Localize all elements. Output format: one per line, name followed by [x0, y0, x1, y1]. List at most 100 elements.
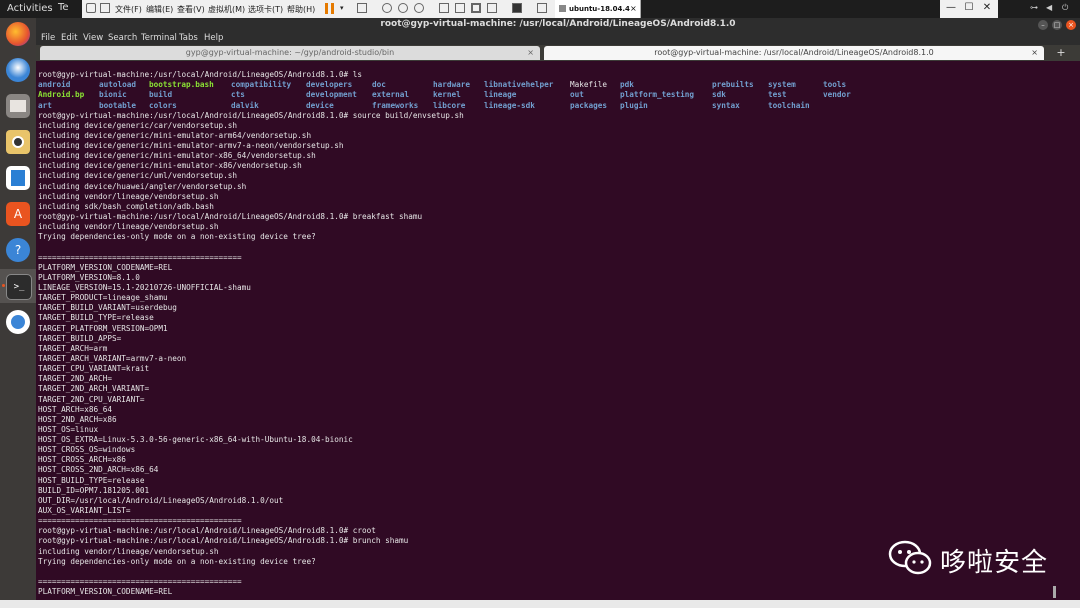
- terminal-line: Trying dependencies-only mode on a non-e…: [38, 556, 316, 566]
- terminal-close-button[interactable]: ×: [1066, 20, 1076, 30]
- vm-tab-ubuntu[interactable]: ubuntu-18.04.4 ×: [555, 0, 641, 18]
- tab-close-button[interactable]: ×: [1031, 46, 1038, 60]
- files-icon[interactable]: [6, 94, 30, 118]
- activities-button[interactable]: Activities: [7, 3, 53, 14]
- terminal-line: including device/generic/uml/vendorsetup…: [38, 171, 238, 181]
- revert-snapshot-icon[interactable]: [398, 3, 408, 13]
- terminal-line: including device/generic/mini-emulator-x…: [38, 161, 302, 171]
- power-icon[interactable]: ⏻: [1062, 3, 1068, 13]
- ls-entry: android: [38, 80, 71, 90]
- snapshot-manager-icon[interactable]: [414, 3, 424, 13]
- menu-terminal[interactable]: Terminal: [141, 33, 177, 43]
- vm-tab-close-button[interactable]: ×: [630, 4, 637, 13]
- menu-view[interactable]: View: [83, 33, 103, 43]
- terminal-line: TARGET_ARCH=arm: [38, 343, 108, 353]
- new-tab-button[interactable]: +: [1049, 46, 1073, 60]
- terminal-line: ========================================…: [38, 516, 242, 526]
- terminal-taskbar-label[interactable]: Te: [58, 2, 80, 16]
- menu-tabs[interactable]: Tabs: [179, 33, 198, 43]
- terminal-line: root@gyp-virtual-machine:/usr/local/Andr…: [38, 211, 423, 221]
- terminal-line: ========================================…: [38, 577, 242, 587]
- ls-entry: pdk: [620, 80, 634, 90]
- ubuntu-dock: A ? >_: [0, 18, 36, 600]
- terminal-minimize-button[interactable]: –: [1038, 20, 1048, 30]
- terminal-maximize-button[interactable]: □: [1052, 20, 1062, 30]
- tab-root-lineageos[interactable]: root@gyp-virtual-machine: /usr/local/And…: [544, 46, 1044, 60]
- terminal-tabbar: gyp@gyp-virtual-machine: ~/gyp/android-s…: [36, 45, 1080, 61]
- vm-menu-tabs[interactable]: 选项卡(T): [248, 4, 283, 15]
- stretch-icon[interactable]: [537, 3, 547, 13]
- terminal-line: TARGET_BUILD_APPS=: [38, 333, 122, 343]
- menu-search[interactable]: Search: [108, 33, 137, 43]
- terminal-line: HOST_BUILD_TYPE=release: [38, 475, 145, 485]
- terminal-line: HOST_ARCH=x86_64: [38, 404, 113, 414]
- vm-menu-help[interactable]: 帮助(H): [287, 4, 315, 15]
- ls-entry: tools: [823, 80, 847, 90]
- help-icon[interactable]: ?: [6, 238, 30, 262]
- terminal-line: including device/generic/mini-emulator-a…: [38, 140, 344, 150]
- maximize-button[interactable]: ☐: [962, 2, 976, 13]
- terminal-scrollbar[interactable]: [1050, 61, 1080, 600]
- show-thumbnails-icon[interactable]: [455, 3, 465, 13]
- software-icon[interactable]: A: [6, 202, 30, 226]
- pin-icon[interactable]: [86, 3, 96, 13]
- show-library-icon[interactable]: [439, 3, 449, 13]
- ls-entry: cts: [231, 90, 245, 100]
- tab-close-button[interactable]: ×: [527, 46, 534, 60]
- writer-icon[interactable]: [6, 166, 30, 190]
- ls-entry: libcore: [433, 100, 466, 110]
- thunderbird-icon[interactable]: [6, 58, 30, 82]
- fullscreen-icon[interactable]: [471, 3, 481, 13]
- minimize-button[interactable]: —: [944, 2, 958, 13]
- terminal-output[interactable]: root@gyp-virtual-machine:/usr/local/Andr…: [36, 61, 1050, 600]
- wechat-icon: [888, 540, 932, 575]
- console-view-icon[interactable]: [512, 3, 522, 13]
- vm-menu-edit[interactable]: 编辑(E): [146, 4, 173, 15]
- menu-file[interactable]: File: [41, 33, 55, 43]
- terminal-line: TARGET_BUILD_TYPE=release: [38, 313, 154, 323]
- terminal-line: root@gyp-virtual-machine:/usr/local/Andr…: [38, 536, 409, 546]
- menu-edit[interactable]: Edit: [61, 33, 77, 43]
- vm-menu-view[interactable]: 查看(V): [177, 4, 205, 15]
- terminal-title: root@gyp-virtual-machine: /usr/local/And…: [380, 19, 736, 29]
- ls-entry: dalvik: [231, 100, 259, 110]
- android-studio-icon[interactable]: [6, 310, 30, 334]
- tab-gyp-android-studio[interactable]: gyp@gyp-virtual-machine: ~/gyp/android-s…: [40, 46, 540, 60]
- ls-entry: Android.bp: [38, 90, 85, 100]
- send-keys-icon[interactable]: [357, 3, 367, 13]
- menu-help[interactable]: Help: [204, 33, 223, 43]
- vm-icon[interactable]: [100, 3, 110, 13]
- ls-entry: Makefile: [570, 80, 608, 90]
- vm-menu-vm[interactable]: 虚拟机(M): [208, 4, 245, 15]
- ls-entry: doc: [372, 80, 386, 90]
- terminal-icon[interactable]: >_: [6, 274, 32, 300]
- terminal-line: PLATFORM_VERSION_CODENAME=REL: [38, 262, 173, 272]
- vm-menu-file[interactable]: 文件(F): [115, 4, 142, 15]
- firefox-icon[interactable]: [6, 22, 30, 46]
- volume-icon[interactable]: ◀: [1046, 3, 1052, 12]
- terminal-line: ========================================…: [38, 252, 242, 262]
- terminal-menubar: File Edit View Search Terminal Tabs Help: [36, 32, 1080, 45]
- dropdown-icon[interactable]: ▾: [340, 4, 350, 14]
- close-button[interactable]: ✕: [980, 2, 994, 13]
- ls-entry: kernel: [433, 90, 461, 100]
- ls-entry: development: [306, 90, 357, 100]
- terminal-line: Trying dependencies-only mode on a non-e…: [38, 232, 316, 242]
- ls-entry: plugin: [620, 100, 648, 110]
- terminal-titlebar: root@gyp-virtual-machine: /usr/local/And…: [36, 18, 1080, 32]
- network-icon[interactable]: ⊶: [1030, 3, 1038, 12]
- ls-entry: packages: [570, 100, 608, 110]
- rhythmbox-icon[interactable]: [6, 130, 30, 154]
- scrollbar-thumb[interactable]: [1053, 586, 1056, 598]
- snapshot-icon[interactable]: [382, 3, 392, 13]
- unity-icon[interactable]: [487, 3, 497, 13]
- terminal-line: HOST_CROSS_OS=windows: [38, 445, 136, 455]
- ls-entry: sdk: [712, 90, 726, 100]
- terminal-line: including device/generic/mini-emulator-a…: [38, 130, 312, 140]
- ls-entry: colors: [149, 100, 177, 110]
- terminal-line: HOST_CROSS_ARCH=x86: [38, 455, 126, 465]
- pause-icon[interactable]: [325, 3, 335, 14]
- ls-entry: platform_testing: [620, 90, 695, 100]
- system-tray[interactable]: ⊶ ◀ ⏻: [1030, 3, 1076, 15]
